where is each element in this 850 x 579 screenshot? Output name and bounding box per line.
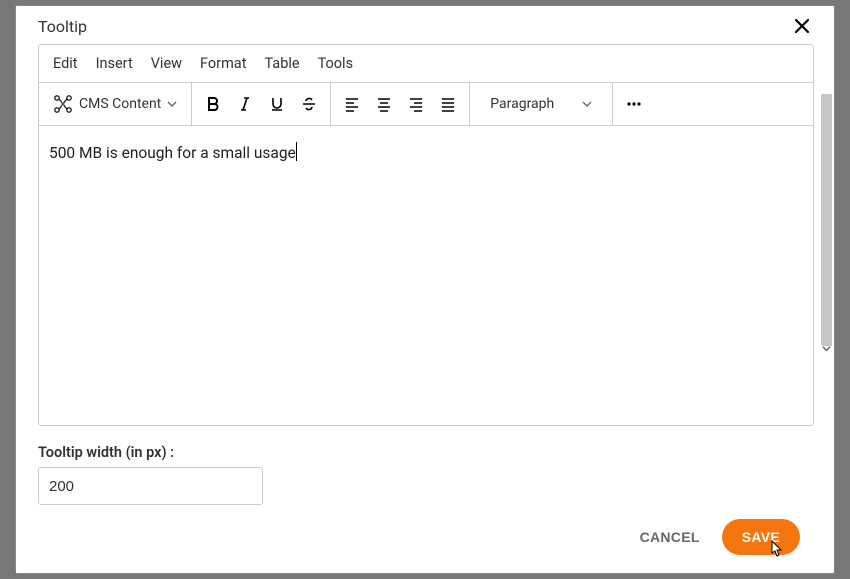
chevron-down-icon <box>167 99 177 109</box>
text-caret <box>296 142 297 161</box>
cancel-button[interactable]: CANCEL <box>640 529 700 545</box>
bold-button[interactable] <box>198 89 228 119</box>
toolbar-group-paragraph: Paragraph <box>470 83 613 125</box>
modal-title: Tooltip <box>38 17 87 36</box>
joomla-icon <box>53 94 73 114</box>
menu-format[interactable]: Format <box>200 55 246 72</box>
editor-menubar: Edit Insert View Format Table Tools <box>39 45 813 83</box>
align-center-icon <box>376 96 392 112</box>
cms-label: CMS Content <box>79 96 161 112</box>
align-right-icon <box>408 96 424 112</box>
menu-view[interactable]: View <box>151 55 182 72</box>
align-left-button[interactable] <box>337 89 367 119</box>
chevron-down-icon <box>822 344 831 353</box>
vertical-scrollbar[interactable] <box>821 94 832 355</box>
tooltip-width-field: Tooltip width (in px) : <box>38 444 814 505</box>
editor-container: Edit Insert View Format Table Tools CMS … <box>38 44 814 426</box>
toolbar-group-cms: CMS Content <box>39 83 192 125</box>
tooltip-width-label: Tooltip width (in px) : <box>38 444 814 461</box>
menu-edit[interactable]: Edit <box>53 55 78 72</box>
italic-icon <box>237 96 253 112</box>
menu-tools[interactable]: Tools <box>318 55 354 72</box>
menu-insert[interactable]: Insert <box>96 55 133 72</box>
toolbar-group-more <box>613 83 655 125</box>
align-left-icon <box>344 96 360 112</box>
close-icon <box>794 18 810 34</box>
strikethrough-button[interactable] <box>294 89 324 119</box>
italic-button[interactable] <box>230 89 260 119</box>
underline-icon <box>269 96 285 112</box>
scrollbar-thumb[interactable] <box>821 94 832 346</box>
toolbar-group-align <box>331 83 470 125</box>
scrollbar-down-arrow[interactable] <box>821 341 832 355</box>
modal-header: Tooltip <box>16 6 834 44</box>
modal-body: Edit Insert View Format Table Tools CMS … <box>16 44 834 505</box>
modal-footer: CANCEL SAVE <box>16 505 834 573</box>
toolbar-group-format <box>192 83 331 125</box>
paragraph-dropdown[interactable]: Paragraph <box>476 90 606 118</box>
align-justify-icon <box>440 96 456 112</box>
editor-toolbar: CMS Content <box>39 83 813 126</box>
align-center-button[interactable] <box>369 89 399 119</box>
tooltip-width-input[interactable] <box>38 467 263 505</box>
strikethrough-icon <box>301 96 317 112</box>
align-right-button[interactable] <box>401 89 431 119</box>
save-button[interactable]: SAVE <box>722 519 800 555</box>
bold-icon <box>205 96 221 112</box>
paragraph-label: Paragraph <box>490 96 554 112</box>
editor-content-area[interactable]: 500 MB is enough for a small usage <box>39 126 813 425</box>
align-justify-button[interactable] <box>433 89 463 119</box>
cms-content-dropdown[interactable]: CMS Content <box>45 90 185 118</box>
editor-text: 500 MB is enough for a small usage <box>49 144 296 162</box>
close-button[interactable] <box>790 16 814 36</box>
menu-table[interactable]: Table <box>264 55 299 72</box>
chevron-down-icon <box>582 99 592 109</box>
tooltip-modal: Tooltip Edit Insert View Format Table To… <box>15 5 835 574</box>
more-button[interactable] <box>619 89 649 119</box>
underline-button[interactable] <box>262 89 292 119</box>
more-icon <box>626 96 642 112</box>
